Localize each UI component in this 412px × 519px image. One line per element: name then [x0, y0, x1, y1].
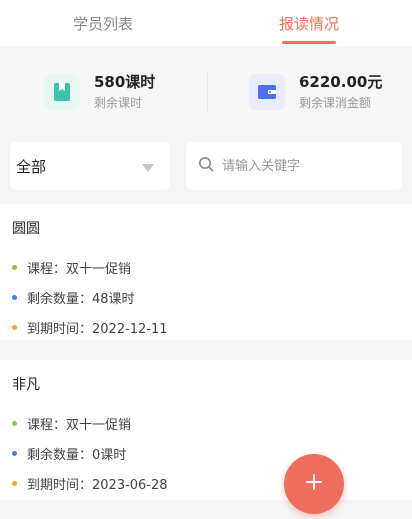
search-icon	[198, 156, 214, 176]
triangle-down-icon	[142, 157, 154, 176]
remaining-amount-value: 6220.00元	[299, 73, 383, 91]
expire-text: 到期时间：2022-12-11	[27, 321, 168, 337]
filter-bar: 全部	[0, 134, 412, 198]
remaining-amount-label: 剩余课消金额	[299, 96, 372, 110]
tab-active-indicator	[282, 41, 336, 44]
course-row: 课程：双十一促销	[12, 408, 400, 438]
stat-remaining-amount: 6220.00元 剩余课消金额	[207, 72, 412, 112]
remaining-row: 剩余数量：0课时	[12, 438, 400, 468]
tab-student-list-label: 学员列表	[72, 14, 133, 33]
wallet-icon	[249, 74, 285, 110]
course-text: 课程：双十一促销	[27, 417, 132, 433]
search-box[interactable]	[186, 142, 402, 190]
summary-stats: 580课时 剩余课时 6220.00元 剩余课消金额	[0, 56, 412, 128]
add-button[interactable]	[284, 454, 344, 514]
book-icon	[44, 74, 80, 110]
student-name: 圆圆	[12, 221, 40, 237]
bullet-dot	[12, 420, 17, 426]
remaining-text: 剩余数量：48课时	[27, 291, 135, 307]
expire-text: 到期时间：2023-06-28	[27, 477, 168, 493]
bullet-dot	[12, 264, 17, 270]
bullet-dot	[12, 480, 17, 486]
bullet-dot	[12, 324, 17, 330]
search-input[interactable]	[220, 157, 384, 175]
category-select-value: 全部	[16, 157, 47, 176]
tab-enrollment[interactable]: 报读情况	[206, 0, 412, 46]
remaining-row: 剩余数量：48课时	[12, 282, 400, 312]
expire-row: 到期时间：2022-12-11	[12, 312, 400, 342]
student-card[interactable]: 圆圆 课程：双十一促销 剩余数量：48课时 到期时间：2022-12-11	[0, 204, 412, 340]
category-select[interactable]: 全部	[10, 142, 170, 190]
course-text: 课程：双十一促销	[27, 261, 132, 277]
remaining-hours-value: 580课时	[94, 73, 156, 91]
bullet-dot	[12, 450, 17, 456]
stat-remaining-hours: 580课时 剩余课时	[0, 72, 207, 112]
plus-icon	[304, 472, 324, 496]
tab-student-list[interactable]: 学员列表	[0, 0, 206, 46]
bullet-dot	[12, 294, 17, 300]
remaining-text: 剩余数量：0课时	[27, 447, 127, 463]
student-card[interactable]: 非凡 课程：双十一促销 剩余数量：0课时 到期时间：2023-06-28	[0, 360, 412, 500]
remaining-hours-label: 剩余课时	[94, 96, 143, 110]
student-name: 非凡	[12, 377, 40, 393]
stats-divider	[207, 72, 208, 112]
tab-enrollment-label: 报读情况	[278, 14, 339, 33]
course-row: 课程：双十一促销	[12, 252, 400, 282]
tab-bar: 学员列表 报读情况	[0, 0, 412, 46]
